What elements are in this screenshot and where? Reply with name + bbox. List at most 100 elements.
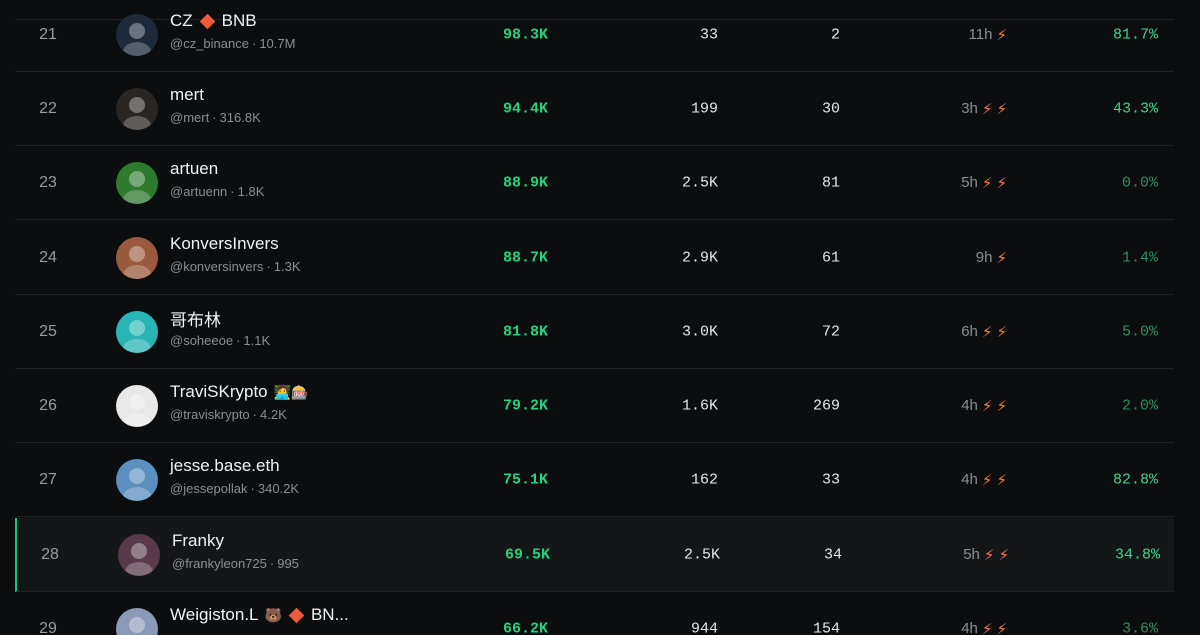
lightning-icon: ⚡ <box>996 323 1007 341</box>
table-row[interactable]: 28 Franky @frankyleon725 · 995 69.5K 2.5K 34 5h ⚡… <box>15 518 1174 592</box>
user-name-line[interactable]: mert <box>170 84 261 106</box>
bnb-diamond-icon <box>288 607 305 623</box>
rank-number: 26 <box>39 396 57 414</box>
metric-b-value: 34 <box>823 546 842 563</box>
user-name-line[interactable]: TraviSKrypto 🧑‍💻🎰 <box>170 381 309 403</box>
user-handle[interactable]: @traviskrypto <box>170 407 250 422</box>
rank-number: 27 <box>39 470 57 488</box>
time-cell: 5h ⚡ ⚡ <box>937 546 1009 564</box>
user-name-line[interactable]: KonversInvers <box>170 233 301 255</box>
metric-a-value: 2.5K <box>681 174 718 191</box>
user-handle[interactable]: @jessepollak <box>170 481 248 496</box>
rank-number: 25 <box>39 322 57 340</box>
score-value: 81.8K <box>502 323 548 340</box>
score-value: 75.1K <box>502 471 548 488</box>
user-name[interactable]: TraviSKrypto <box>170 382 268 402</box>
percent-value: 2.0% <box>1121 397 1158 414</box>
user-handle[interactable]: @artuenn <box>170 184 227 199</box>
lightning-icon: ⚡ <box>981 174 993 192</box>
user-name[interactable]: 哥布林 <box>170 306 221 331</box>
percent-value: 81.7% <box>1112 26 1158 43</box>
lightning-icon: ⚡ <box>996 100 1007 118</box>
lightning-icon: ⚡ <box>981 397 993 415</box>
time-cell: 9h ⚡ <box>935 249 1007 267</box>
table-row[interactable]: 24 KonversInvers @konversinvers · 1.3K 88.7K 2… <box>15 221 1174 295</box>
user-handle[interactable]: @soheeoe <box>170 333 233 348</box>
name-emoji: 🐻 <box>264 606 282 623</box>
user-name-line[interactable]: artuen <box>170 158 264 180</box>
table-row[interactable]: 29 Weigiston.L 🐻 BN... 66.2K 944 154 4h ⚡ ⚡ 3.6% <box>15 592 1174 635</box>
avatar[interactable] <box>116 236 158 279</box>
avatar[interactable] <box>118 533 160 576</box>
avatar[interactable] <box>116 607 158 635</box>
table-row[interactable]: 26 TraviSKrypto 🧑‍💻🎰 @traviskrypto · 4.2K 79.2… <box>15 369 1174 443</box>
metric-b-value: 154 <box>812 620 840 635</box>
avatar[interactable] <box>116 161 158 204</box>
score-value: 98.3K <box>502 26 548 43</box>
user-subline: @konversinvers · 1.3K <box>170 259 301 274</box>
avatar[interactable] <box>116 458 158 501</box>
lightning-icon: ⚡ <box>981 620 993 635</box>
user-name[interactable]: mert <box>170 85 204 105</box>
user-subline: @jessepollak · 340.2K <box>170 481 299 496</box>
user-name-line[interactable]: Franky <box>172 530 299 552</box>
time-cell: 6h ⚡ ⚡ <box>935 323 1007 341</box>
avatar[interactable] <box>116 310 158 353</box>
lightning-icon: ⚡ <box>981 323 993 341</box>
leaderboard-table: 21 CZ BNB @cz_binance · 10.7M 98.3K 33 2 11h ⚡ 81.7… <box>0 0 1200 635</box>
user-subline: @cz_binance · 10.7M <box>170 36 295 51</box>
follower-count: 995 <box>277 556 299 571</box>
metric-a-value: 944 <box>690 620 718 635</box>
user-handle[interactable]: @konversinvers <box>170 259 263 274</box>
separator-dot: · <box>252 407 258 422</box>
time-ago: 5h <box>961 174 978 191</box>
user-handle[interactable]: @cz_binance <box>170 36 249 51</box>
avatar[interactable] <box>116 13 158 56</box>
user-info: KonversInvers @konversinvers · 1.3K <box>170 233 301 274</box>
table-row[interactable]: 27 jesse.base.eth @jessepollak · 340.2K 75.1K… <box>15 443 1174 517</box>
separator-dot: · <box>236 333 241 348</box>
user-name-line[interactable]: 哥布林 <box>170 306 270 331</box>
user-name-line[interactable]: Weigiston.L 🐻 BN... <box>170 604 349 626</box>
score-value: 88.9K <box>502 174 548 191</box>
user-info: TraviSKrypto 🧑‍💻🎰 @traviskrypto · 4.2K <box>170 381 309 422</box>
avatar[interactable] <box>116 87 158 130</box>
time-cell: 3h ⚡ ⚡ <box>935 100 1007 118</box>
time-ago: 3h <box>961 100 978 117</box>
time-ago: 11h <box>968 26 993 43</box>
time-cell: 4h ⚡ ⚡ <box>935 397 1007 415</box>
score-value: 88.7K <box>502 249 548 266</box>
bnb-diamond-icon <box>199 13 215 29</box>
time-cell: 11h ⚡ <box>935 26 1007 44</box>
separator-dot: · <box>269 556 275 571</box>
user-name[interactable]: KonversInvers <box>170 234 279 254</box>
lightning-icon: ⚡ <box>996 26 1007 44</box>
table-row[interactable]: 25 哥布林 @soheeoe · 1.1K 81.8K 3.0K 72 6h ⚡ ⚡ 5.0% <box>15 295 1174 369</box>
time-ago: 4h <box>961 471 978 488</box>
user-name-line[interactable]: CZ BNB <box>170 10 295 32</box>
rank-number: 24 <box>39 248 57 266</box>
user-handle[interactable]: @frankyleon725 <box>172 556 267 571</box>
avatar[interactable] <box>116 384 158 427</box>
separator-dot: · <box>250 481 255 496</box>
table-row[interactable]: 22 mert @mert · 316.8K 94.4K 199 30 3h ⚡ ⚡ 43.3% <box>15 72 1174 146</box>
metric-a-value: 2.9K <box>681 249 718 266</box>
user-name[interactable]: artuen <box>170 159 218 179</box>
table-row[interactable]: 21 CZ BNB @cz_binance · 10.7M 98.3K 33 2 11h ⚡ 81.7… <box>15 0 1174 72</box>
user-subline: @soheeoe · 1.1K <box>170 333 270 348</box>
user-info: Franky @frankyleon725 · 995 <box>172 530 299 571</box>
rank-number: 23 <box>39 173 57 191</box>
user-name[interactable]: Weigiston.L <box>170 605 259 625</box>
table-row[interactable]: 23 artuen @artuenn · 1.8K 88.9K 2.5K 81 5h ⚡ ⚡ 0.0% <box>15 146 1174 220</box>
user-name[interactable]: jesse.base.eth <box>170 456 280 476</box>
score-value: 94.4K <box>502 100 548 117</box>
user-name-line[interactable]: jesse.base.eth <box>170 455 299 477</box>
user-name[interactable]: CZ <box>170 11 193 31</box>
user-name[interactable]: Franky <box>172 531 224 551</box>
follower-count: 1.3K <box>273 259 301 274</box>
rank-number: 28 <box>41 545 59 563</box>
time-ago: 6h <box>961 323 978 340</box>
percent-value: 82.8% <box>1112 471 1158 488</box>
name-suffix: BN... <box>310 605 349 624</box>
user-handle[interactable]: @mert <box>170 110 209 125</box>
